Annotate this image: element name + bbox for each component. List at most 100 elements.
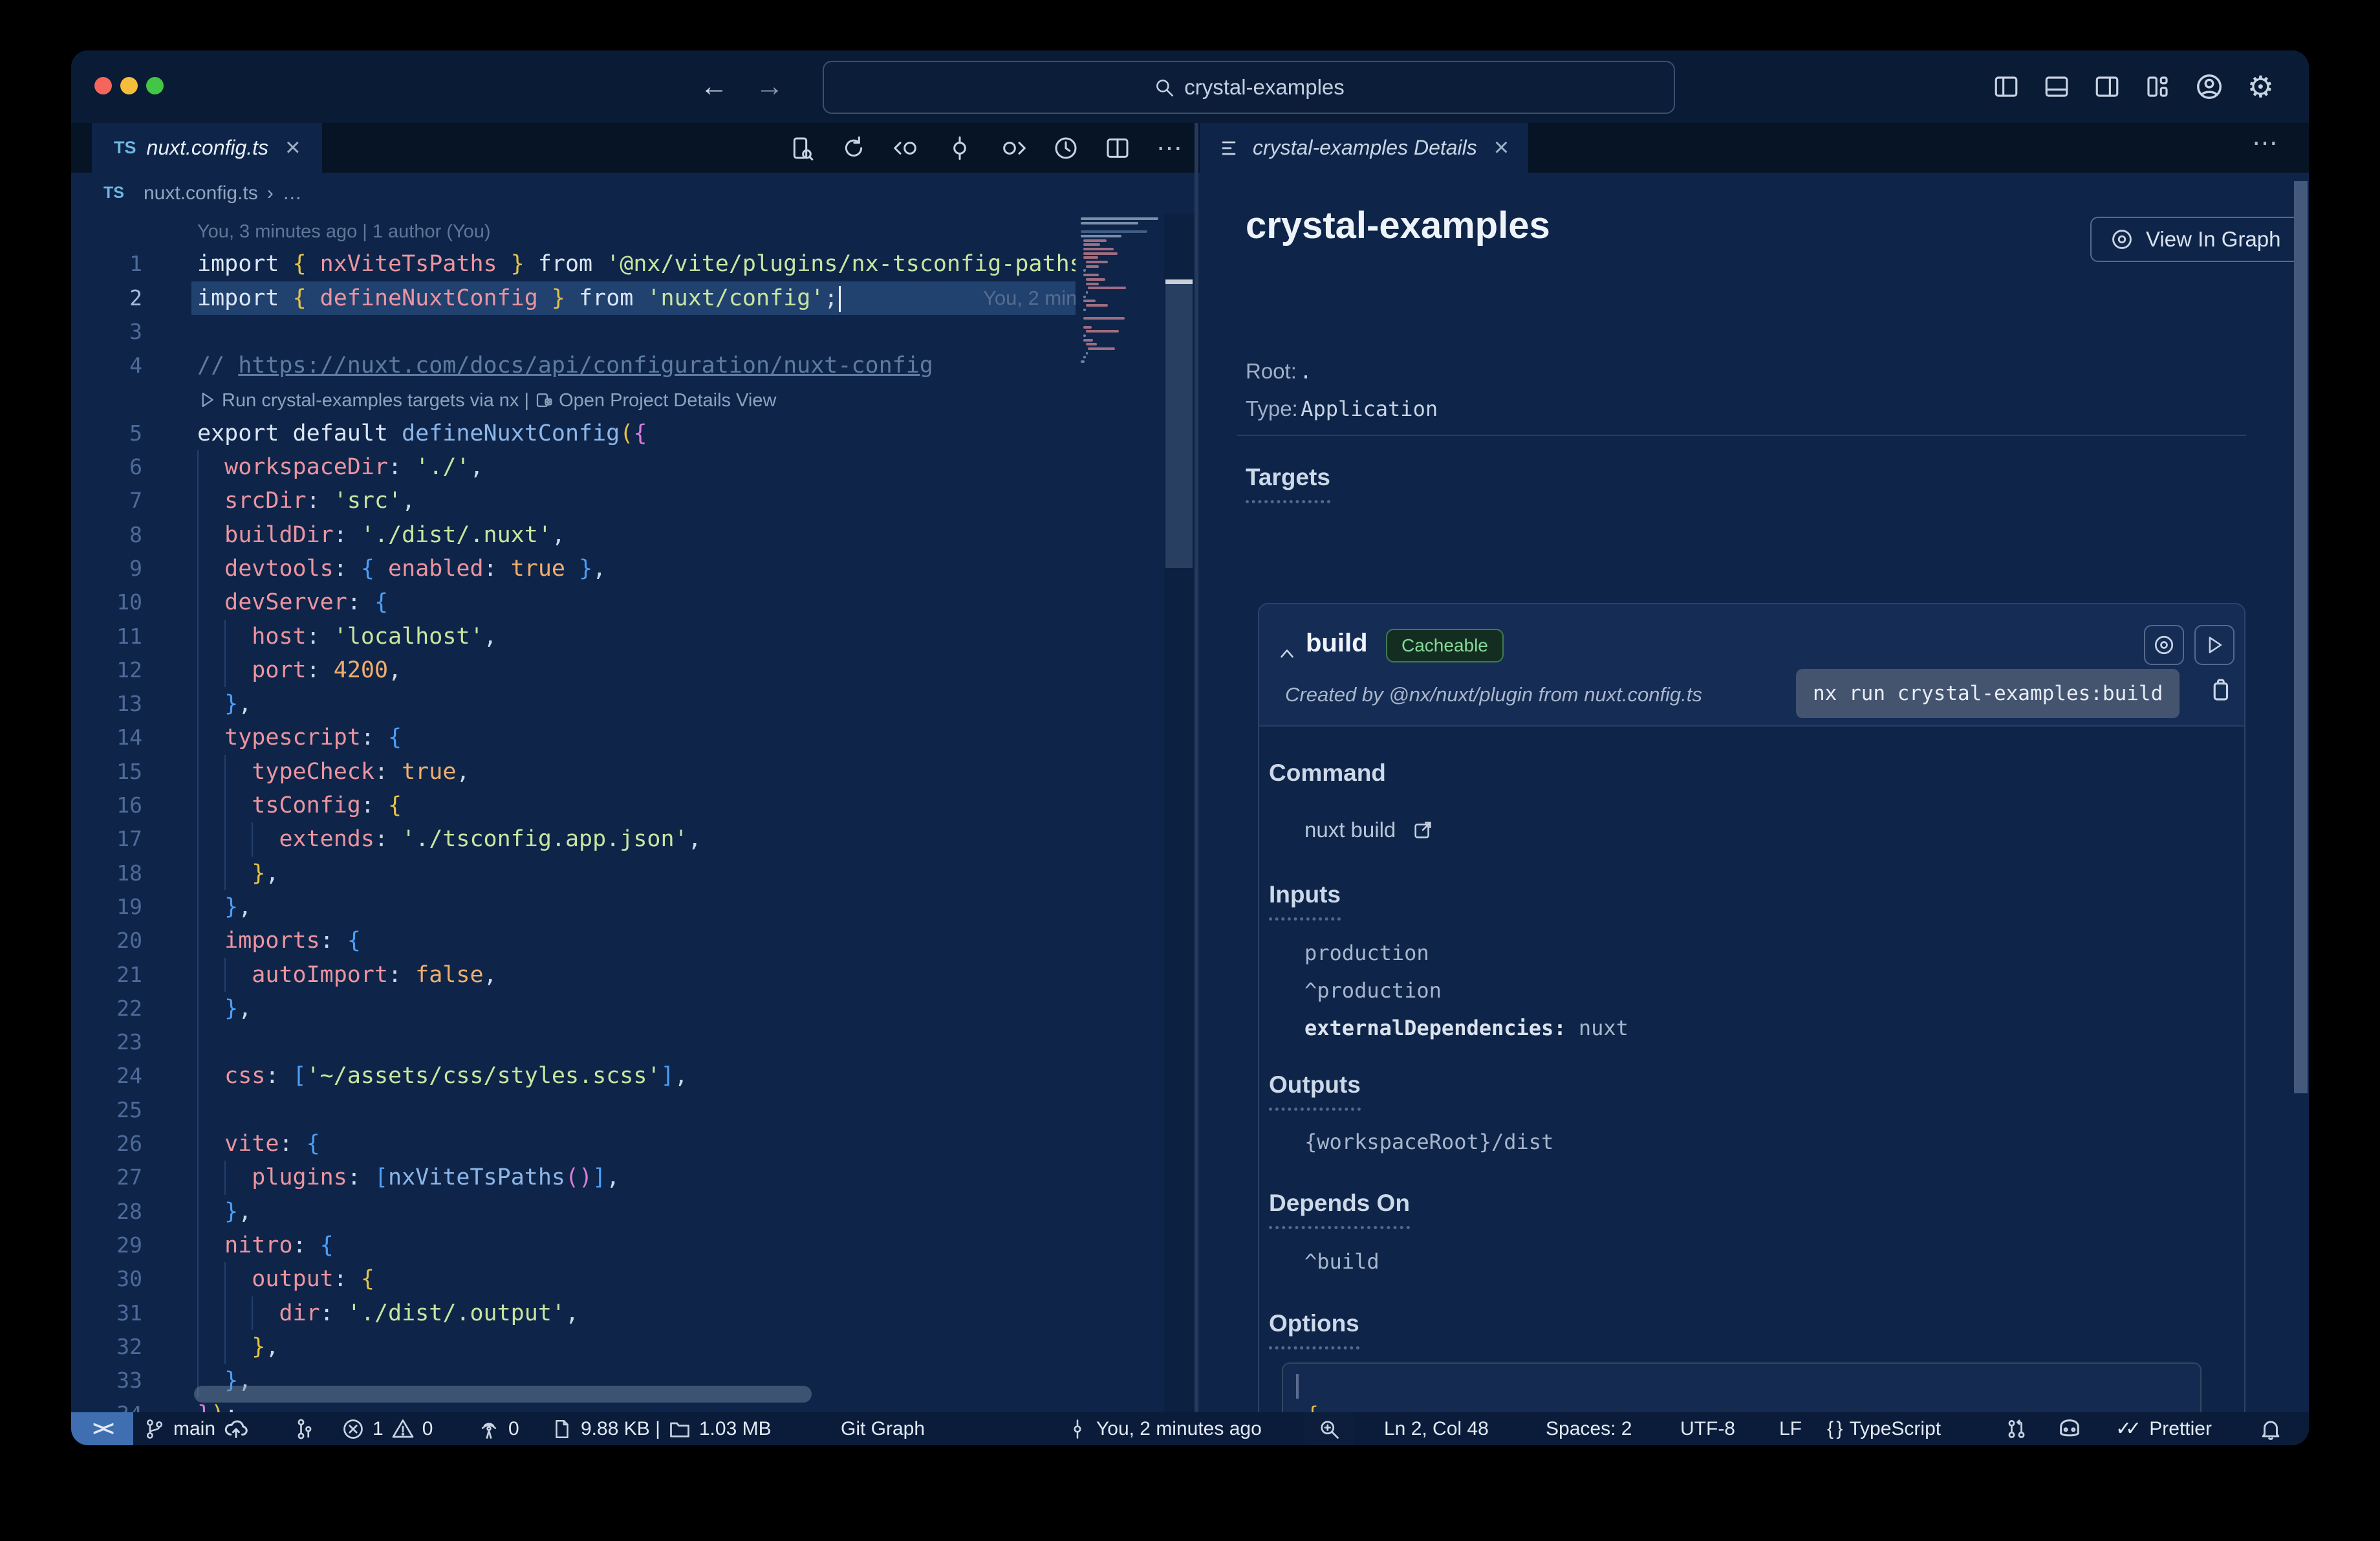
code-token: }	[224, 893, 239, 920]
editor-more-actions-icon[interactable]: ⋯	[1156, 133, 1182, 163]
code-editor[interactable]: You, 3 minutes ago | 1 author (You) 1 impo…	[71, 213, 1195, 1412]
code-token: :	[333, 521, 361, 548]
code-token: {	[306, 1131, 320, 1157]
copilot-icon	[2060, 1419, 2079, 1436]
divider	[1237, 435, 2246, 436]
account-icon[interactable]	[2194, 72, 2224, 102]
panel-more-actions-icon[interactable]: ⋯	[2252, 128, 2278, 158]
code-line: 16 tsConfig: {	[71, 789, 1195, 823]
code-line: 12 port: 4200,	[71, 653, 1195, 688]
cursor-position-item[interactable]: Ln 2, Col 48	[1384, 1412, 1489, 1445]
view-target-button[interactable]	[2144, 625, 2184, 665]
options-heading: Options	[1269, 1310, 1359, 1350]
code-token: :	[319, 1300, 347, 1326]
minimap-line	[1083, 325, 1092, 329]
language-mode-item[interactable]: { } TypeScript	[1827, 1412, 1941, 1445]
ports-item[interactable]: 0	[477, 1412, 519, 1445]
zoom-indicator-item[interactable]	[1304, 1412, 1354, 1445]
view-in-graph-button[interactable]: View In Graph	[2090, 217, 2300, 262]
settings-gear-icon[interactable]: ⚙	[2247, 72, 2274, 102]
toggle-secondary-sidebar-icon[interactable]	[2093, 73, 2121, 100]
code-token: {	[1306, 1403, 1319, 1412]
copilot-item[interactable]	[2057, 1412, 2082, 1445]
options-code-editor[interactable]: { "cwd": "."}	[1282, 1362, 2202, 1412]
editor-scrollbar-thumb[interactable]	[1165, 282, 1193, 568]
revert-change-icon[interactable]	[947, 135, 973, 161]
indent-guide	[197, 1093, 199, 1128]
scm-branch-item[interactable]: main	[144, 1412, 249, 1445]
formatter-item[interactable]: ✓✓ Prettier	[2115, 1412, 2212, 1445]
codelens-open-details[interactable]: Open Project Details View	[554, 390, 776, 411]
pull-request-item[interactable]	[2005, 1412, 2028, 1445]
line-number: 10	[116, 589, 142, 615]
eol-item[interactable]: LF	[1779, 1412, 1802, 1445]
line-number: 5	[129, 420, 142, 446]
scm-graph-item[interactable]	[292, 1412, 316, 1445]
maximize-traffic-light[interactable]	[146, 77, 164, 94]
refresh-icon[interactable]	[841, 135, 867, 161]
codelens-run-targets[interactable]: Run crystal-examples targets via nx |	[217, 390, 534, 411]
open-changes-icon[interactable]	[789, 135, 815, 161]
line-content	[197, 315, 1076, 349]
breadcrumb-file[interactable]: nuxt.config.ts	[144, 182, 258, 204]
code-token: ,	[565, 1300, 579, 1326]
remote-indicator[interactable]: ><	[71, 1412, 133, 1445]
panel-scrollbar-thumb[interactable]	[2294, 181, 2308, 1093]
file-size-item[interactable]: 9.88 KB | 1.03 MB	[551, 1412, 772, 1445]
editor-horizontal-scrollbar[interactable]	[194, 1386, 812, 1403]
code-token: host	[252, 623, 307, 650]
minimap-line	[1081, 230, 1147, 234]
tab-close-icon[interactable]: ×	[1494, 133, 1509, 162]
line-content: },	[197, 1194, 1076, 1229]
problems-item[interactable]: 1 0	[341, 1412, 433, 1445]
minimize-traffic-light[interactable]	[120, 77, 138, 94]
breadcrumb[interactable]: TS nuxt.config.ts › …	[71, 173, 1195, 213]
indent-guide	[224, 957, 226, 992]
run-target-button[interactable]	[2194, 625, 2234, 665]
minimap-line	[1081, 217, 1158, 220]
git-graph-item[interactable]: Git Graph	[841, 1412, 925, 1445]
split-editor-icon[interactable]	[1105, 135, 1130, 161]
line-number: 31	[116, 1300, 142, 1326]
breadcrumb-more[interactable]: …	[283, 182, 302, 204]
close-traffic-light[interactable]	[94, 77, 112, 94]
external-link-icon[interactable]	[1412, 819, 1434, 841]
command-chip[interactable]: nx run crystal-examples:build	[1796, 669, 2180, 718]
line-number: 13	[116, 691, 142, 717]
customize-layout-icon[interactable]	[2144, 73, 2171, 100]
code-line: 2 import { defineNuxtConfig } from 'nuxt/…	[71, 281, 1195, 315]
search-icon	[1156, 80, 1174, 97]
indent-guide	[197, 754, 199, 789]
tab-nuxt-config[interactable]: TS nuxt.config.ts ×	[92, 123, 323, 173]
line-number: 19	[116, 893, 142, 919]
line-number: 3	[129, 318, 142, 344]
chevron-up-icon[interactable]	[1276, 643, 1298, 665]
notifications-item[interactable]	[2258, 1412, 2283, 1445]
build-target-header[interactable]: build Cacheable Created by @nx/nuxt/plug…	[1259, 604, 2244, 727]
minimap[interactable]	[1076, 213, 1164, 1412]
back-icon[interactable]: ←	[700, 67, 728, 106]
copy-icon[interactable]	[2207, 677, 2234, 704]
indent-guide	[224, 754, 226, 789]
code-token: :	[347, 1164, 374, 1191]
tab-project-details[interactable]: crystal-examples Details ×	[1200, 123, 1529, 173]
inline-blame: You, 2 minut	[983, 286, 1076, 309]
line-number: 21	[116, 961, 142, 987]
encoding-item[interactable]: UTF-8	[1680, 1412, 1735, 1445]
toggle-primary-sidebar-icon[interactable]	[1993, 73, 2020, 100]
command-center-search[interactable]: crystal-examples	[823, 61, 1675, 114]
blame-item[interactable]: You, 2 minutes ago	[1066, 1412, 1262, 1445]
forward-icon[interactable]: →	[755, 67, 784, 106]
toggle-panel-icon[interactable]	[2043, 73, 2070, 100]
indentation-item[interactable]: Spaces: 2	[1546, 1412, 1632, 1445]
previous-change-icon[interactable]	[892, 135, 921, 161]
next-change-icon[interactable]	[999, 135, 1027, 161]
typescript-file-icon: TS	[103, 184, 124, 202]
timeline-history-icon[interactable]	[1053, 135, 1079, 161]
radio-tower-icon	[481, 1422, 497, 1439]
tab-close-icon[interactable]: ×	[285, 133, 300, 162]
